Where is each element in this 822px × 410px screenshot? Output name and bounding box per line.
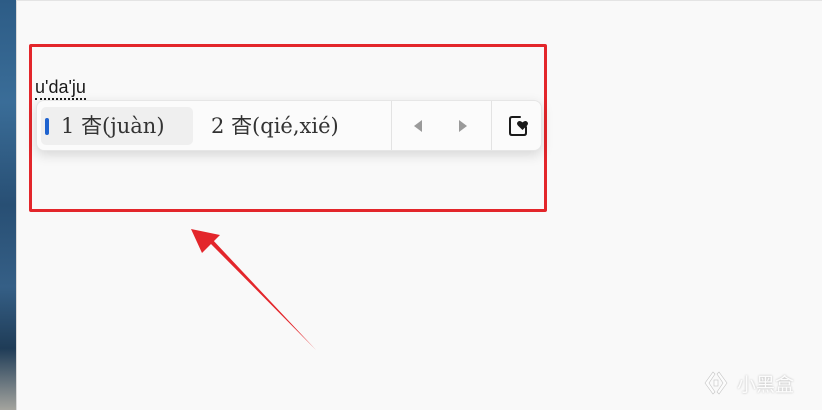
watermark-text: 小黑盒 [737,373,795,396]
annotation-arrow [191,229,316,350]
watermark: 小黑盒 [701,366,794,400]
xiaoheihe-logo [704,371,728,395]
